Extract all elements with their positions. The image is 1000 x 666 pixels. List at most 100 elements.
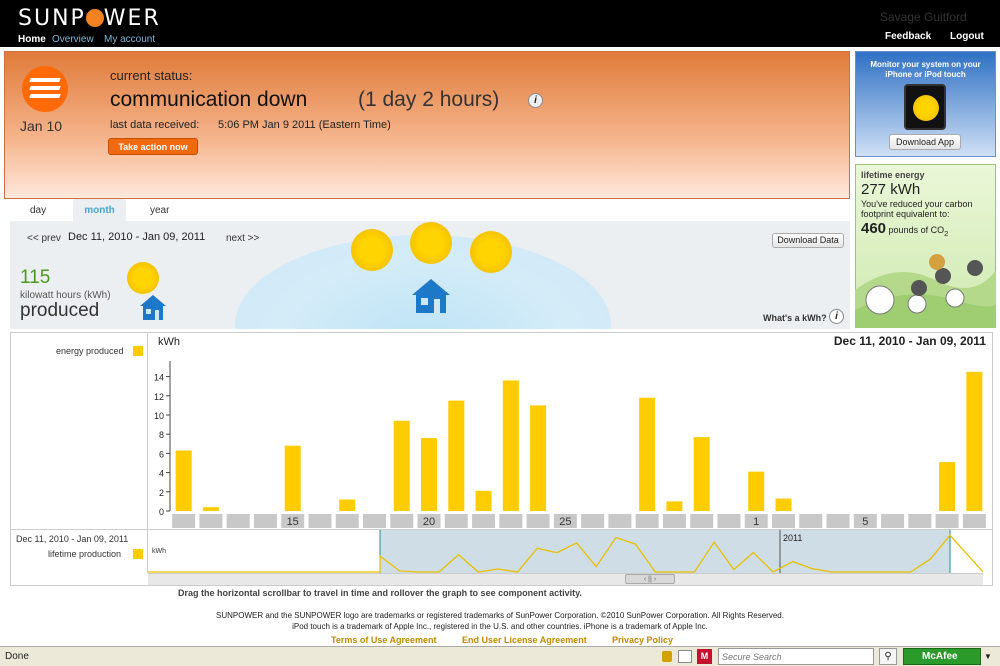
popup-blocker-icon[interactable] — [678, 650, 692, 663]
x-tick-box — [908, 514, 932, 528]
x-tick-box — [690, 514, 714, 528]
bar — [748, 471, 765, 511]
iphone-icon — [904, 84, 946, 130]
bar — [393, 420, 410, 511]
y-tick-label: 10 — [154, 411, 164, 421]
x-tick-box — [826, 514, 850, 528]
user-name: Savage Guitford — [880, 10, 967, 24]
x-tick-box — [363, 514, 386, 528]
chart-instructions: Drag the horizontal scrollbar to travel … — [178, 588, 582, 598]
produced-value: 115 — [20, 267, 51, 288]
bar — [939, 462, 956, 511]
y-axis-label: kWh — [158, 336, 180, 348]
y-tick-label: 4 — [159, 469, 164, 479]
prev-link[interactable]: << prev — [27, 233, 61, 244]
legend-range: Dec 11, 2010 - Jan 09, 2011 — [16, 534, 129, 544]
y-tick-label: 12 — [154, 392, 164, 402]
x-tick-label: 5 — [862, 516, 868, 528]
x-tick-label: 15 — [287, 516, 299, 528]
logo-o-icon — [85, 9, 104, 27]
footer-trademark: SUNPOWER and the SUNPOWER logo are trade… — [216, 611, 784, 620]
logout-link[interactable]: Logout — [950, 31, 984, 42]
lifetime-label: lifetime energy — [861, 170, 925, 180]
logo-text-2: WER — [103, 6, 161, 31]
terms-link[interactable]: Terms of Use Agreement — [331, 635, 437, 645]
logo-text-1: SUNP — [18, 6, 86, 31]
x-tick-box — [499, 514, 523, 528]
status-label: current status: — [110, 68, 193, 83]
x-tick-box — [253, 514, 277, 528]
x-tick-box — [962, 514, 986, 528]
y-tick-label: 8 — [159, 430, 164, 440]
nav-overview[interactable]: Overview — [52, 34, 94, 45]
legend-energy-label: energy produced — [56, 346, 124, 356]
timeline-scrollbar-track[interactable] — [148, 573, 983, 585]
x-tick-label: 20 — [423, 516, 435, 528]
x-tick-box — [226, 514, 250, 528]
kwh-info-icon[interactable]: i — [829, 309, 844, 324]
bar — [666, 501, 683, 511]
bar — [284, 445, 301, 511]
browser-status-text: Done — [5, 651, 29, 662]
tab-day[interactable]: day — [30, 205, 46, 216]
instructions-part-2: rollover — [390, 588, 424, 598]
x-tick-label: 25 — [559, 516, 571, 528]
y-tick-label: 2 — [159, 488, 164, 498]
sunpower-logo[interactable]: SUNP WER — [18, 6, 161, 31]
legend-lifetime-label: lifetime production — [48, 549, 122, 559]
bar — [475, 490, 492, 511]
bar — [530, 405, 547, 511]
period-tabs — [4, 199, 850, 221]
eula-link[interactable]: End User License Agreement — [462, 635, 587, 645]
chevron-down-icon[interactable]: ▼ — [984, 652, 992, 661]
produced-label: produced — [20, 300, 100, 321]
next-link[interactable]: next >> — [226, 233, 259, 244]
take-action-button[interactable]: Take action now — [108, 138, 198, 155]
bar — [202, 507, 219, 511]
x-tick-box — [608, 514, 632, 528]
sun-icon — [351, 229, 393, 271]
visible-window — [380, 530, 950, 573]
last-received-value: 5:06 PM Jan 9 2011 (Eastern Time) — [218, 119, 391, 131]
legend-lifetime-swatch — [133, 549, 143, 559]
download-data-button[interactable]: Download Data — [772, 233, 844, 248]
tab-year[interactable]: year — [150, 205, 169, 216]
whats-kwh-link[interactable]: What's a kWh? — [763, 313, 827, 323]
x-tick-box — [308, 514, 332, 528]
energy-bar-chart[interactable]: kWh Dec 11, 2010 - Jan 09, 2011 0 2 4 6 8 10 12 1… — [148, 333, 993, 529]
date-range: Dec 11, 2010 - Jan 09, 2011 — [68, 231, 206, 243]
feedback-link[interactable]: Feedback — [885, 31, 931, 42]
bar — [339, 499, 356, 511]
x-tick-box — [581, 514, 605, 528]
small-house-icon — [140, 295, 166, 320]
bar — [421, 438, 438, 511]
bar — [966, 371, 983, 511]
privacy-link[interactable]: Privacy Policy — [612, 635, 673, 645]
co2-label: pounds of CO — [888, 225, 945, 235]
secure-search-input[interactable] — [718, 648, 874, 665]
house-icon — [412, 279, 450, 313]
sun-icon — [470, 231, 512, 273]
bar — [775, 498, 792, 511]
lifetime-mini-chart[interactable]: 2011 kWh — [148, 530, 983, 574]
x-tick-box — [799, 514, 823, 528]
download-app-button[interactable]: Download App — [889, 134, 961, 150]
app-promo-text: Monitor your system on your iPhone or iP… — [870, 60, 981, 79]
nav-home[interactable]: Home — [18, 34, 46, 45]
status-date: Jan 10 — [20, 118, 63, 134]
co2-line: 460 pounds of CO2 — [861, 220, 948, 238]
co2-subscript: 2 — [944, 228, 949, 238]
nav-my-account[interactable]: My account — [104, 34, 155, 45]
x-tick-box — [526, 514, 550, 528]
lifetime-desc: You've reduced your carbon footprint equ… — [861, 199, 973, 219]
mcafee-button[interactable]: McAfee — [903, 648, 981, 665]
mini-unit-label: kWh — [152, 548, 166, 555]
tab-month[interactable]: month — [73, 199, 126, 222]
lock-icon[interactable] — [662, 651, 672, 662]
search-icon[interactable]: ⚲ — [879, 648, 897, 665]
footer-apple: iPod touch is a trademark of Apple Inc.,… — [292, 622, 708, 631]
mcafee-shield-icon[interactable]: M — [697, 649, 712, 664]
x-tick-box — [472, 514, 496, 528]
info-icon[interactable]: i — [528, 93, 543, 108]
timeline-scrollbar-thumb[interactable]: ‹ || › — [625, 574, 675, 584]
